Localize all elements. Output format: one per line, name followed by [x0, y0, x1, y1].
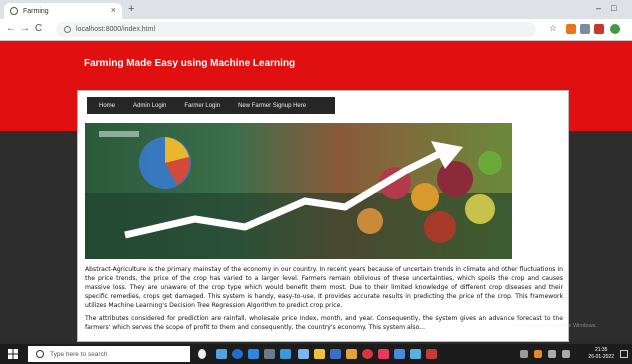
extension-icon[interactable] [566, 24, 576, 34]
edge-icon[interactable] [232, 349, 243, 359]
app-icon[interactable] [410, 349, 421, 359]
clock-time: 21:35 [594, 347, 608, 353]
file-explorer-icon[interactable] [314, 349, 325, 359]
app-icon[interactable] [298, 349, 309, 359]
network-icon[interactable] [548, 350, 556, 358]
tab-close-button[interactable]: × [111, 5, 116, 15]
forward-button[interactable]: → [20, 23, 30, 34]
store-icon[interactable] [248, 349, 259, 359]
app-icon[interactable] [378, 349, 389, 359]
profile-avatar-icon[interactable] [610, 24, 620, 34]
browser-tab[interactable]: Farming × [4, 3, 122, 19]
url-field[interactable]: localhost:8000/index.html [56, 22, 536, 37]
volume-icon[interactable] [562, 350, 570, 358]
app-icon[interactable] [280, 349, 291, 359]
clock-date: 26-01-2022 [588, 354, 614, 360]
minimize-button[interactable]: – [596, 3, 601, 13]
bookmark-star-icon[interactable]: ☆ [549, 23, 557, 34]
address-toolbar: ← → C localhost:8000/index.html ☆ [0, 19, 632, 41]
menu-new-farmer-signup[interactable]: New Farmer Signup Here [229, 103, 315, 109]
tray-icon[interactable] [520, 350, 528, 358]
reload-button[interactable]: C [35, 23, 42, 34]
attributes-paragraph: The attributes considered for prediction… [85, 315, 563, 331]
activate-windows-subtext: Go to Settings to activate Windows. [510, 323, 597, 329]
menu-home[interactable]: Home [87, 103, 124, 109]
site-title: Farming Made Easy using Machine Learning [84, 58, 296, 69]
taskbar-search-field[interactable]: Type here to search [28, 346, 190, 362]
abstract-paragraph: Abstract-Agriculture is the primary main… [85, 266, 563, 309]
menu-admin-login[interactable]: Admin Login [124, 103, 175, 109]
app-icon[interactable] [426, 349, 437, 359]
notification-icon[interactable] [620, 350, 628, 358]
activate-windows-watermark: Activate Windows [498, 311, 562, 320]
app-icon[interactable] [346, 349, 357, 359]
extension-icon[interactable] [594, 24, 604, 34]
maximize-button[interactable]: □ [611, 3, 616, 13]
windows-start-icon[interactable] [8, 349, 18, 359]
hero-banner-image [85, 123, 512, 259]
main-menu: Home Admin Login Farmer Login New Farmer… [87, 97, 335, 114]
extension-icon[interactable] [580, 24, 590, 34]
info-icon[interactable] [64, 26, 71, 33]
taskbar-clock[interactable]: 21:35 26-01-2022 [588, 347, 614, 361]
app-icon[interactable] [394, 349, 405, 359]
menu-farmer-login[interactable]: Farmer Login [175, 103, 229, 109]
tray-icon[interactable] [534, 350, 542, 358]
task-view-icon[interactable] [216, 349, 227, 359]
search-placeholder: Type here to search [50, 350, 108, 358]
app-icon[interactable] [264, 349, 275, 359]
back-button[interactable]: ← [6, 23, 16, 34]
windows-taskbar: Type here to search 21:35 26-01-2022 [0, 344, 632, 364]
chrome-icon[interactable] [362, 349, 373, 359]
cortana-icon[interactable] [198, 349, 206, 359]
favicon-icon [10, 7, 18, 15]
browser-tab-strip: Farming × + – □ [0, 0, 632, 19]
tab-title: Farming [23, 7, 49, 15]
url-text: localhost:8000/index.html [76, 26, 155, 33]
new-tab-button[interactable]: + [128, 3, 134, 15]
search-icon [36, 350, 44, 358]
app-icon[interactable] [330, 349, 341, 359]
abstract-section: Abstract-Agriculture is the primary main… [85, 265, 563, 336]
